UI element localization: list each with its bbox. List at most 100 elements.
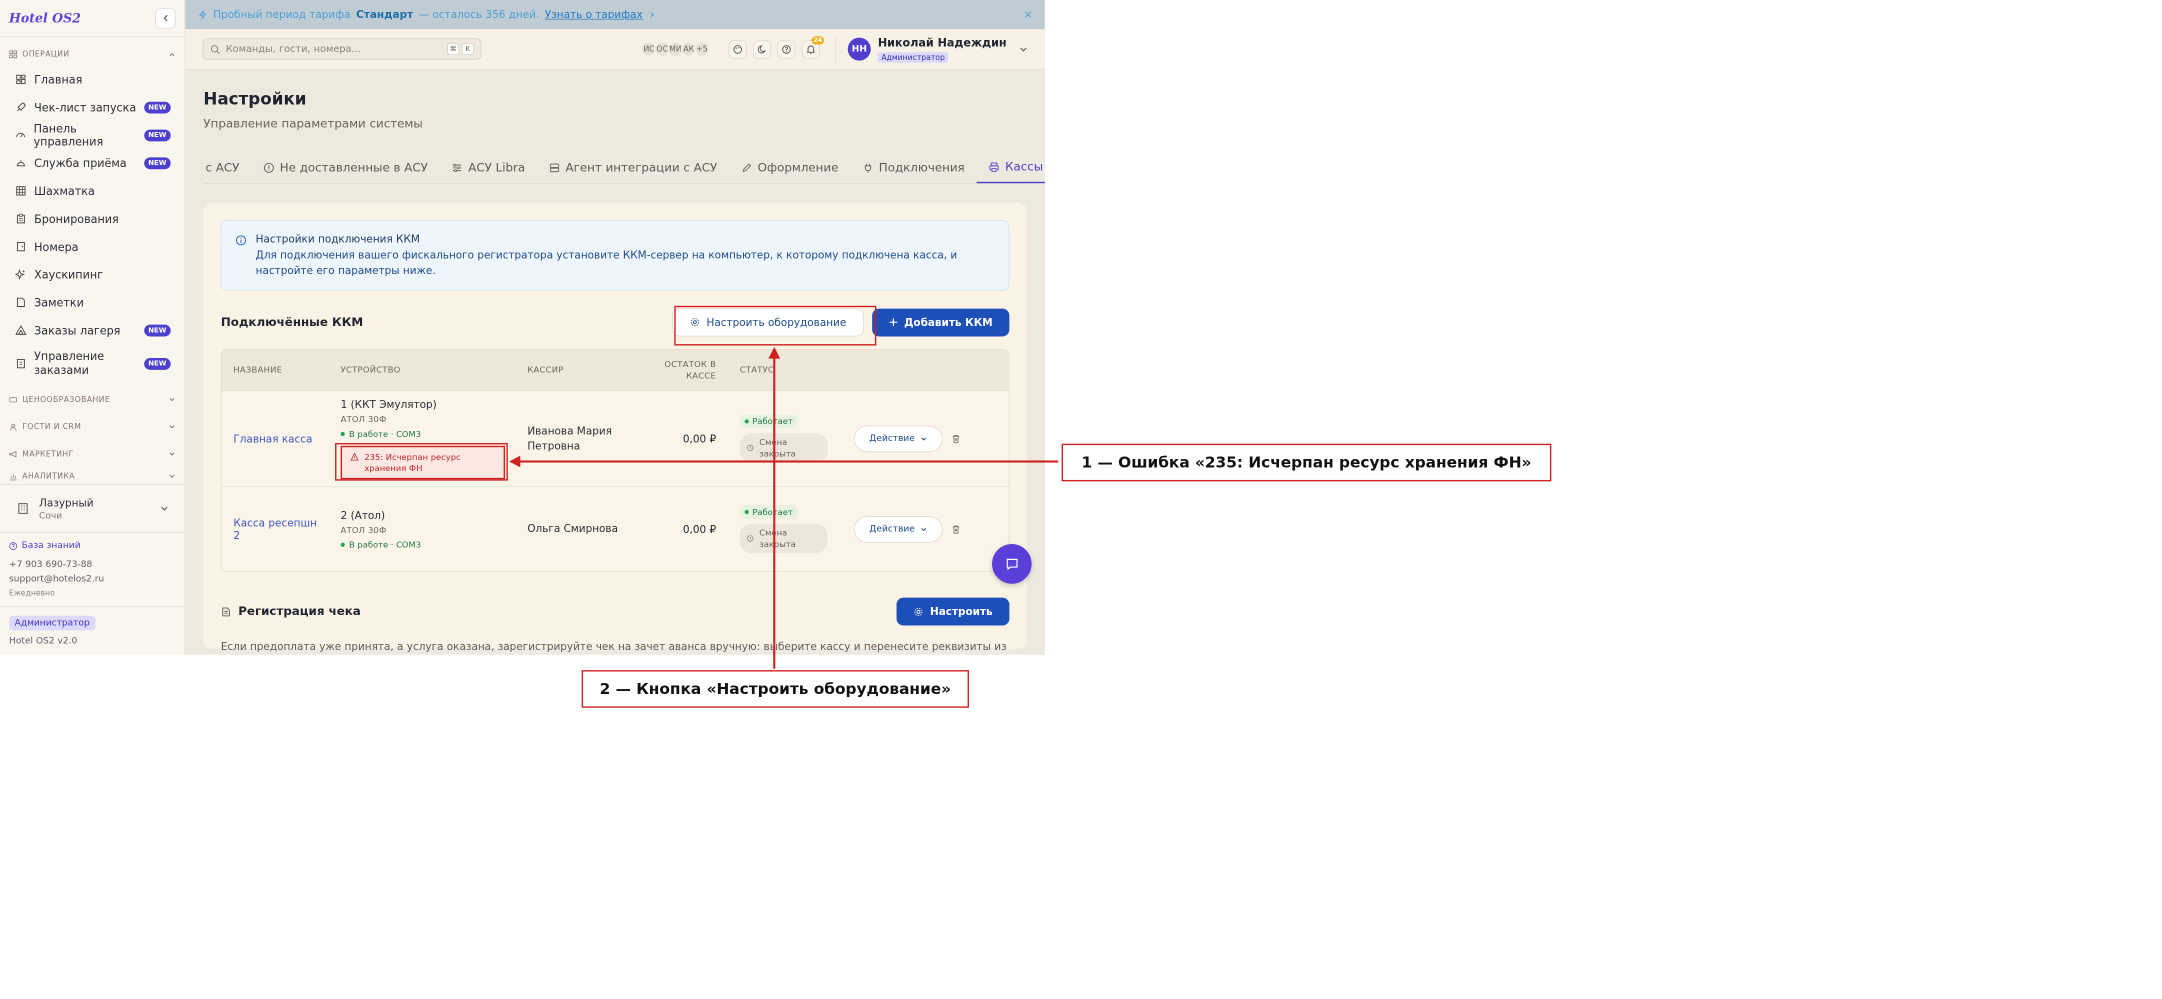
collapse-sidebar-button[interactable]	[155, 8, 176, 29]
online-users[interactable]: ИС ОС МИ АК +5	[640, 41, 710, 58]
status-dot	[340, 542, 345, 547]
sidebar-item-front-desk[interactable]: Служба приёма NEW	[0, 149, 185, 177]
command-search-input[interactable]: Команды, гости, номера... ⌘ K	[202, 38, 482, 60]
tab-asu-libra[interactable]: АСУ Libra	[440, 152, 537, 183]
receipt-title: Регистрация чека	[238, 604, 361, 619]
trash-icon[interactable]	[951, 523, 961, 534]
sidebar-bottom: Администратор Hotel OS2 v2.0	[0, 606, 186, 655]
chat-button[interactable]	[991, 544, 1032, 584]
notifications-button[interactable]: 24	[801, 35, 825, 59]
tab-label: с АСУ	[205, 160, 240, 175]
rocket-icon	[17, 102, 26, 112]
annotation-label-1: 1 — Ошибка «235: Исчерпан ресурс хранени…	[1061, 443, 1552, 482]
knowledge-base-link[interactable]: База знаний	[9, 541, 176, 551]
door-icon	[16, 241, 25, 252]
info-text: Для подключения вашего фискального регис…	[255, 248, 958, 277]
sidebar-item-order-management[interactable]: Управление заказами NEW	[0, 344, 185, 383]
device-model: АТОЛ 30Ф	[340, 414, 387, 424]
shift-label: Смена закрыта	[759, 437, 796, 459]
status-dot	[744, 509, 749, 515]
tab-integration-agent[interactable]: Агент интеграции с АСУ	[537, 152, 729, 183]
users-icon	[10, 423, 17, 431]
cashier-name: Иванова Мария Петровна	[527, 424, 612, 452]
chevron-left-icon	[163, 14, 168, 22]
main-area: Пробный период тарифа Стандарт — осталос…	[185, 0, 1045, 655]
chevron-down-icon	[161, 506, 168, 511]
action-dropdown[interactable]: Действие	[854, 515, 943, 543]
palette-icon	[733, 44, 743, 54]
tab-label: Оформление	[757, 160, 839, 175]
section-analytics[interactable]: АНАЛИТИКА	[0, 467, 185, 484]
section-marketing[interactable]: МАРКЕТИНГ	[0, 440, 185, 467]
chat-bubble-icon	[1006, 558, 1018, 570]
document-icon	[222, 607, 230, 616]
col-name: НАЗВАНИЕ	[233, 365, 283, 375]
trash-icon[interactable]	[951, 433, 961, 444]
kkm-name-link[interactable]: Главная касса	[233, 432, 317, 445]
support-email[interactable]: support@hotelos2.ru	[9, 574, 176, 584]
trial-banner: Пробный период тарифа Стандарт — осталос…	[185, 0, 1045, 30]
device-name: 1 (ККТ Эмулятор)	[340, 398, 437, 411]
app-version: Hotel OS2 v2.0	[9, 635, 78, 647]
sidebar-item-label: Бронирования	[34, 212, 119, 226]
col-balance: ОСТАТОК В КАССЕ	[633, 350, 728, 390]
kkm-header: Подключённые ККМ Настроить оборудование …	[221, 305, 1010, 339]
tab-asu[interactable]: с АСУ	[203, 152, 251, 183]
megaphone-icon	[9, 450, 17, 458]
new-badge: NEW	[144, 324, 171, 337]
sidebar-item-notes[interactable]: Заметки	[0, 288, 185, 316]
tab-connections[interactable]: Подключения	[850, 152, 976, 183]
col-balance-label: ОСТАТОК В КАССЕ	[664, 359, 717, 381]
section-analytics-label: АНАЛИТИКА	[22, 471, 75, 481]
user-menu[interactable]: НН Николай Надеждин Администратор	[835, 35, 1027, 63]
section-pricing[interactable]: ЦЕНООБРАЗОВАНИЕ	[0, 386, 185, 413]
user-avatar: НН	[847, 37, 871, 61]
kkm-name-link[interactable]: Касса ресепшн 2	[233, 517, 317, 542]
theme-palette-button[interactable]	[728, 40, 747, 59]
pricing-link[interactable]: Узнать о тарифах	[545, 8, 643, 21]
chevron-down-icon	[169, 397, 175, 401]
sidebar-item-rooms[interactable]: Номера	[0, 233, 185, 261]
new-badge: NEW	[144, 157, 171, 169]
trial-suffix: — осталось 356 дней.	[418, 8, 540, 21]
close-icon[interactable]	[1024, 10, 1032, 18]
trial-plan: Стандарт	[356, 8, 414, 21]
section-pricing-label: ЦЕНООБРАЗОВАНИЕ	[22, 394, 111, 405]
sidebar-item-chessboard[interactable]: Шахматка	[0, 177, 185, 205]
info-title: Настройки подключения ККМ	[255, 232, 420, 246]
sidebar-item-launch-checklist[interactable]: Чек-лист запуска NEW	[0, 93, 185, 121]
help-button[interactable]	[777, 40, 796, 59]
sidebar-item-camp-orders[interactable]: Заказы лагеря NEW	[0, 316, 185, 344]
sidebar-item-housekeeping[interactable]: Хаускипинг	[0, 261, 185, 289]
action-dropdown[interactable]: Действие	[854, 425, 943, 452]
hotel-switcher[interactable]: Лазурный Сочи	[0, 484, 186, 533]
configure-receipt-button[interactable]: Настроить	[896, 597, 1010, 626]
chart-icon	[9, 474, 17, 480]
arrow-up-icon	[768, 346, 781, 359]
section-guests-crm[interactable]: ГОСТИ И CRM	[0, 413, 185, 440]
help-circle-icon	[9, 541, 18, 550]
dark-mode-button[interactable]	[753, 40, 772, 59]
tab-cash-registers[interactable]: Кассы	[976, 152, 1045, 184]
server-icon	[549, 163, 560, 172]
support-phone[interactable]: +7 903 690-73-88	[9, 559, 176, 569]
add-kkm-button[interactable]: Добавить ККМ	[872, 308, 1010, 337]
chevron-down-icon	[1020, 47, 1027, 52]
sidebar-footer: База знаний +7 903 690-73-88 support@hot…	[0, 535, 185, 598]
section-guests-label: ГОСТИ И CRM	[22, 422, 82, 432]
sidebar-item-bookings[interactable]: Бронирования	[0, 205, 185, 233]
annotation-line	[518, 460, 1059, 463]
tab-label: Подключения	[878, 160, 965, 175]
annotation-error-highlight	[335, 443, 508, 481]
search-icon	[210, 44, 220, 54]
user-name: Николай Надеждин	[877, 35, 1007, 50]
section-operations[interactable]: ОПЕРАЦИИ	[0, 42, 185, 65]
tab-appearance[interactable]: Оформление	[729, 152, 850, 183]
tab-label: АСУ Libra	[468, 160, 526, 175]
sidebar-item-home[interactable]: Главная	[0, 65, 185, 93]
status-dot	[744, 419, 749, 424]
grid-icon	[9, 50, 18, 58]
sidebar-item-control-panel[interactable]: Панель управления NEW	[0, 121, 185, 149]
bell-icon	[806, 45, 816, 54]
tab-undelivered[interactable]: Не доставленные в АСУ	[251, 152, 440, 183]
